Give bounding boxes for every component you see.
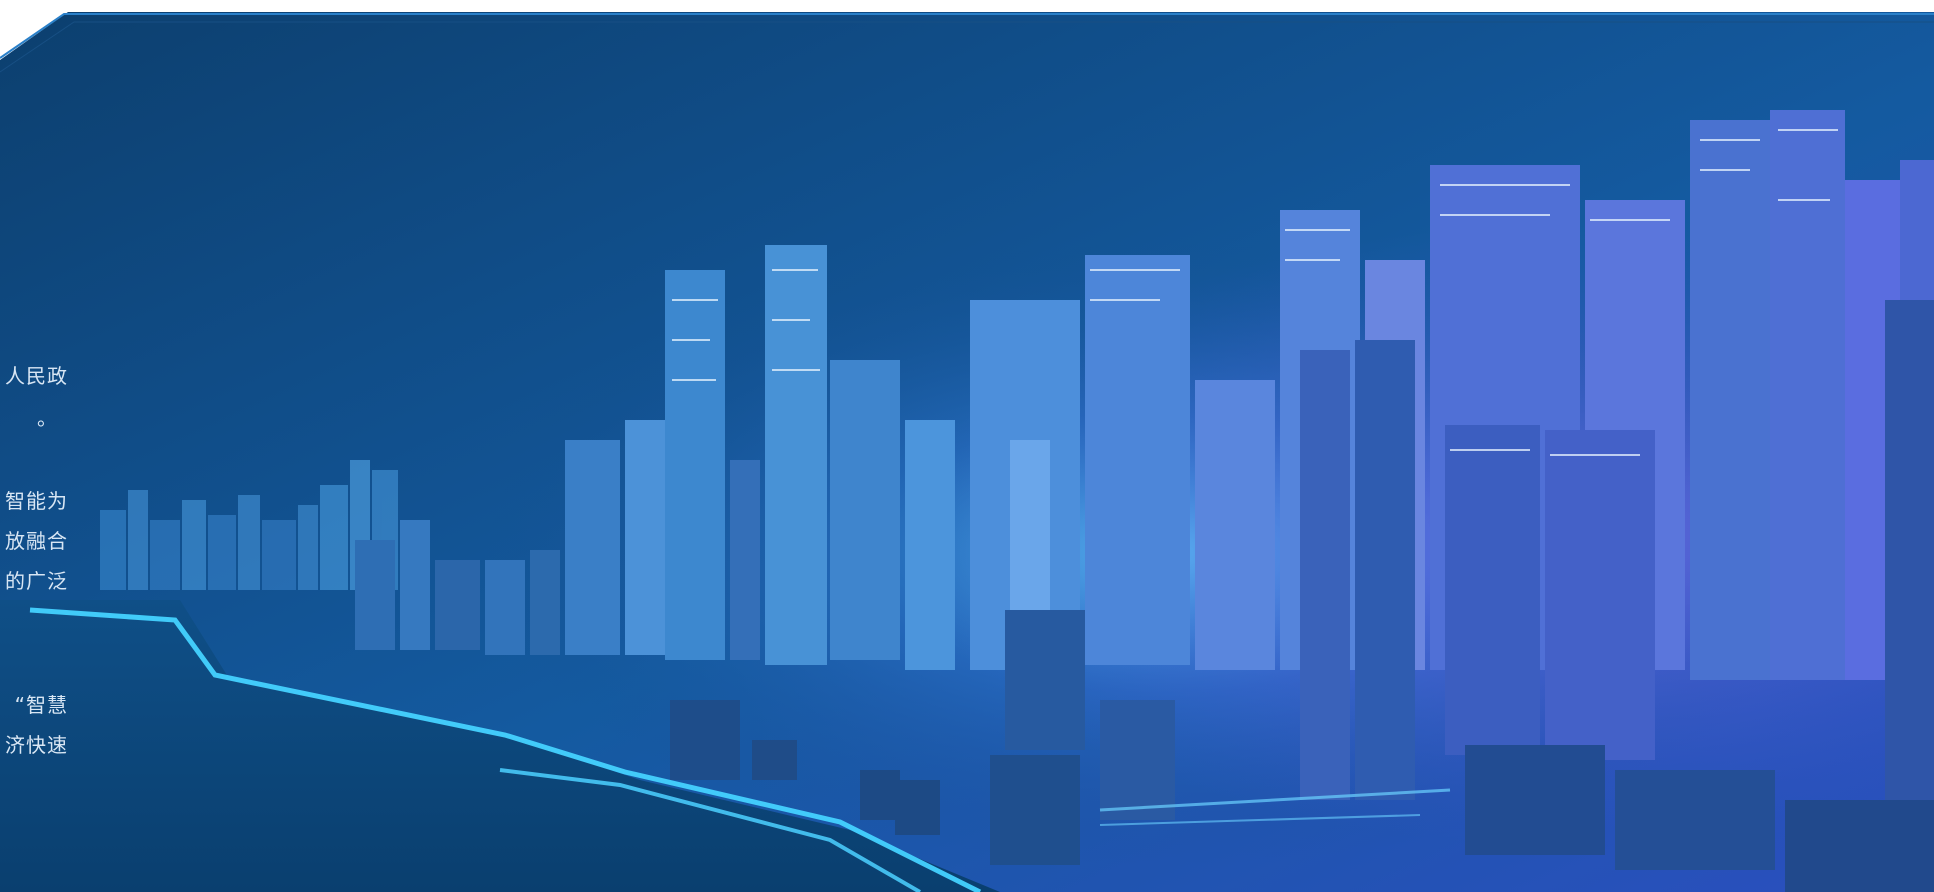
intro-line-7: 济快速: [5, 733, 68, 757]
intro-line-3: 智能为: [5, 489, 68, 513]
intro-line-4: 放融合: [5, 529, 68, 553]
header-frame: [0, 0, 1934, 892]
intro-line-6: “智慧: [14, 693, 68, 717]
intro-line-1: 人民政: [5, 364, 68, 388]
intro-line-5: 的广泛: [5, 569, 68, 593]
intro-text-column: 人民政 。 智能为 放融合 的广泛 “智慧 济快速: [0, 0, 70, 892]
intro-line-2: 。: [37, 406, 58, 430]
